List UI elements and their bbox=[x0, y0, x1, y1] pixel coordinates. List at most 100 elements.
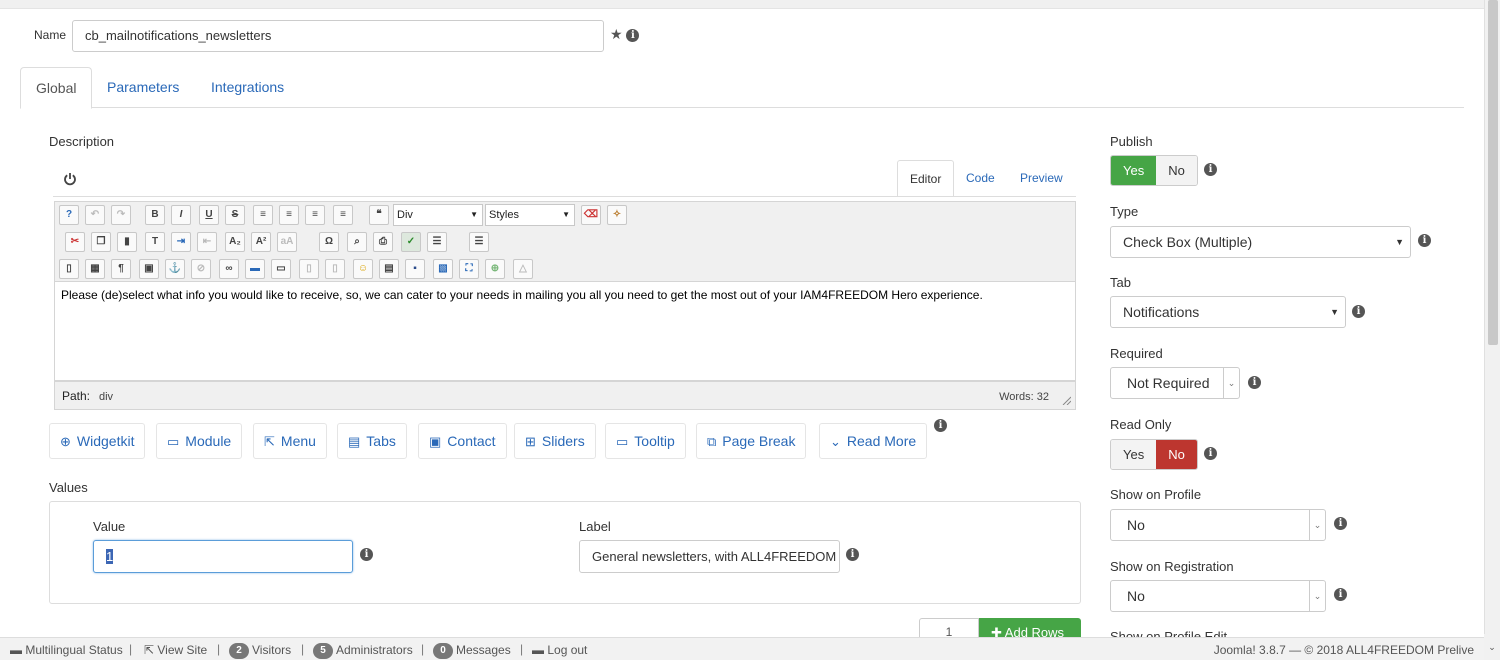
publish-yes-button[interactable]: Yes bbox=[1111, 156, 1157, 185]
anchor-icon[interactable]: ⚓ bbox=[165, 259, 185, 279]
blockquote-icon[interactable]: ❝ bbox=[369, 205, 389, 225]
administrators-link[interactable]: 5 Administrators bbox=[313, 643, 413, 659]
template-icon[interactable]: ▯ bbox=[299, 259, 319, 279]
logout-link[interactable]: ▬ Log out bbox=[532, 643, 587, 657]
clean-icon[interactable]: ✧ bbox=[607, 205, 627, 225]
cut-icon[interactable]: ✂ bbox=[65, 232, 85, 252]
tab-select[interactable]: Notifications ▼ bbox=[1110, 296, 1346, 328]
info-icon[interactable]: i bbox=[1418, 234, 1431, 247]
hr-icon[interactable]: ▬ bbox=[245, 259, 265, 279]
vertical-scrollbar[interactable] bbox=[1484, 0, 1500, 634]
eraser-icon[interactable]: ⌫ bbox=[581, 205, 601, 225]
editor-content[interactable]: Please (de)select what info you would li… bbox=[54, 282, 1076, 381]
info-icon[interactable]: i bbox=[1334, 517, 1347, 530]
power-icon[interactable] bbox=[63, 172, 77, 186]
fullscreen-icon[interactable]: ⛶ bbox=[459, 259, 479, 279]
image-manager-icon[interactable]: ▧ bbox=[433, 259, 453, 279]
info-icon[interactable]: i bbox=[1334, 588, 1347, 601]
indent-icon[interactable]: ⇥ bbox=[171, 232, 191, 252]
name-input[interactable]: cb_mailnotifications_newsletters bbox=[72, 20, 604, 52]
outdent-icon[interactable]: ⇤ bbox=[197, 232, 217, 252]
view-site-link[interactable]: ⇱ View Site bbox=[144, 643, 207, 657]
messages-link[interactable]: 0 Messages bbox=[433, 643, 511, 659]
tabs-button[interactable]: ▤ Tabs bbox=[337, 423, 407, 459]
tab-editor[interactable]: Editor bbox=[897, 160, 955, 197]
code-sample-icon[interactable]: ▯ bbox=[325, 259, 345, 279]
strikethrough-icon[interactable]: S bbox=[225, 205, 245, 225]
print-icon[interactable]: ⎙ bbox=[373, 232, 393, 252]
visitors-link[interactable]: 2 Visitors bbox=[229, 643, 291, 659]
info-icon[interactable]: i bbox=[1352, 305, 1365, 318]
info-icon[interactable]: i bbox=[360, 548, 373, 561]
align-center-icon[interactable]: ≡ bbox=[279, 205, 299, 225]
help-icon[interactable]: ? bbox=[59, 205, 79, 225]
tooltip-button[interactable]: ▭ Tooltip bbox=[605, 423, 686, 459]
media-icon[interactable]: ▭ bbox=[271, 259, 291, 279]
menu-button[interactable]: ⇱ Menu bbox=[253, 423, 327, 459]
redo-icon[interactable]: ↷ bbox=[111, 205, 131, 225]
path-value[interactable]: div bbox=[99, 391, 113, 403]
info-icon[interactable]: i bbox=[1248, 376, 1261, 389]
type-select[interactable]: Check Box (Multiple) ▼ bbox=[1110, 226, 1411, 258]
paste-icon[interactable]: ▮ bbox=[117, 232, 137, 252]
link-icon[interactable]: ∞ bbox=[219, 259, 239, 279]
show-on-profile-select[interactable]: No ⌄ bbox=[1110, 509, 1326, 541]
resize-handle-icon[interactable] bbox=[1061, 395, 1071, 405]
paragraph-icon[interactable]: ¶ bbox=[111, 259, 131, 279]
required-select[interactable]: Not Required ⌄ bbox=[1110, 367, 1240, 399]
tab-parameters[interactable]: Parameters bbox=[92, 67, 194, 108]
tab-code[interactable]: Code bbox=[954, 160, 1007, 197]
paste-text-icon[interactable]: T bbox=[145, 232, 165, 252]
scrollbar-thumb[interactable] bbox=[1488, 0, 1498, 345]
table-icon[interactable]: ▦ bbox=[85, 259, 105, 279]
sliders-button[interactable]: ⊞ Sliders bbox=[514, 423, 596, 459]
new-document-icon[interactable]: ▯ bbox=[59, 259, 79, 279]
scroll-down-arrow-icon[interactable]: ⌄ bbox=[1484, 634, 1500, 660]
image-icon[interactable]: ▣ bbox=[139, 259, 159, 279]
page-break-button[interactable]: ⧉ Page Break bbox=[696, 423, 807, 459]
module-button[interactable]: ▭ Module bbox=[156, 423, 243, 459]
value-input[interactable]: 1 bbox=[93, 540, 353, 573]
font-size-icon[interactable]: aA bbox=[277, 232, 297, 252]
add-rows-button[interactable]: ✚ Add Rows bbox=[979, 618, 1081, 638]
contact-button[interactable]: ▣ Contact bbox=[418, 423, 507, 459]
visual-chars-icon[interactable]: △ bbox=[513, 259, 533, 279]
find-icon[interactable]: ⌕ bbox=[347, 232, 367, 252]
info-icon[interactable]: i bbox=[1204, 163, 1217, 176]
bullet-list-icon[interactable]: ☰ bbox=[469, 232, 489, 252]
unlink-icon[interactable]: ⊘ bbox=[191, 259, 211, 279]
info-icon[interactable]: i bbox=[626, 29, 640, 42]
tab-global[interactable]: Global bbox=[20, 67, 93, 109]
show-on-registration-select[interactable]: No ⌄ bbox=[1110, 580, 1326, 612]
superscript-icon[interactable]: A² bbox=[251, 232, 271, 252]
format-select[interactable]: Div ▼ bbox=[393, 204, 483, 226]
tab-integrations[interactable]: Integrations bbox=[196, 67, 299, 108]
emoticon-icon[interactable]: ☺ bbox=[353, 259, 373, 279]
read-only-no-button[interactable]: No bbox=[1156, 440, 1197, 469]
special-char-icon[interactable]: Ω bbox=[319, 232, 339, 252]
read-more-button[interactable]: ⌄ Read More bbox=[819, 423, 928, 459]
align-left-icon[interactable]: ≡ bbox=[305, 205, 325, 225]
insert-file-icon[interactable]: ▤ bbox=[379, 259, 399, 279]
save-icon[interactable]: ▪ bbox=[405, 259, 425, 279]
read-only-yes-button[interactable]: Yes bbox=[1111, 440, 1157, 469]
align-right-icon[interactable]: ≡ bbox=[333, 205, 353, 225]
align-justify-icon[interactable]: ≡ bbox=[253, 205, 273, 225]
visual-aid-icon[interactable]: ⊕ bbox=[485, 259, 505, 279]
info-icon[interactable]: i bbox=[934, 419, 947, 432]
info-icon[interactable]: i bbox=[846, 548, 859, 561]
subscript-icon[interactable]: A₂ bbox=[225, 232, 245, 252]
tab-preview[interactable]: Preview bbox=[1008, 160, 1075, 197]
info-icon[interactable]: i bbox=[1204, 447, 1217, 460]
label-input[interactable]: General newsletters, with ALL4FREEDOM bbox=[579, 540, 840, 573]
spellcheck-icon[interactable]: ✓ bbox=[401, 232, 421, 252]
rows-count-input[interactable]: 1 bbox=[919, 618, 979, 639]
italic-icon[interactable]: I bbox=[171, 205, 191, 225]
styles-select[interactable]: Styles ▼ bbox=[485, 204, 575, 226]
widgetkit-button[interactable]: ⊕ Widgetkit bbox=[49, 423, 146, 459]
publish-no-button[interactable]: No bbox=[1156, 156, 1197, 185]
numbered-list-icon[interactable]: ☰ bbox=[427, 232, 447, 252]
multilingual-status-link[interactable]: ▬ Multilingual Status bbox=[10, 643, 123, 657]
undo-icon[interactable]: ↶ bbox=[85, 205, 105, 225]
bold-icon[interactable]: B bbox=[145, 205, 165, 225]
